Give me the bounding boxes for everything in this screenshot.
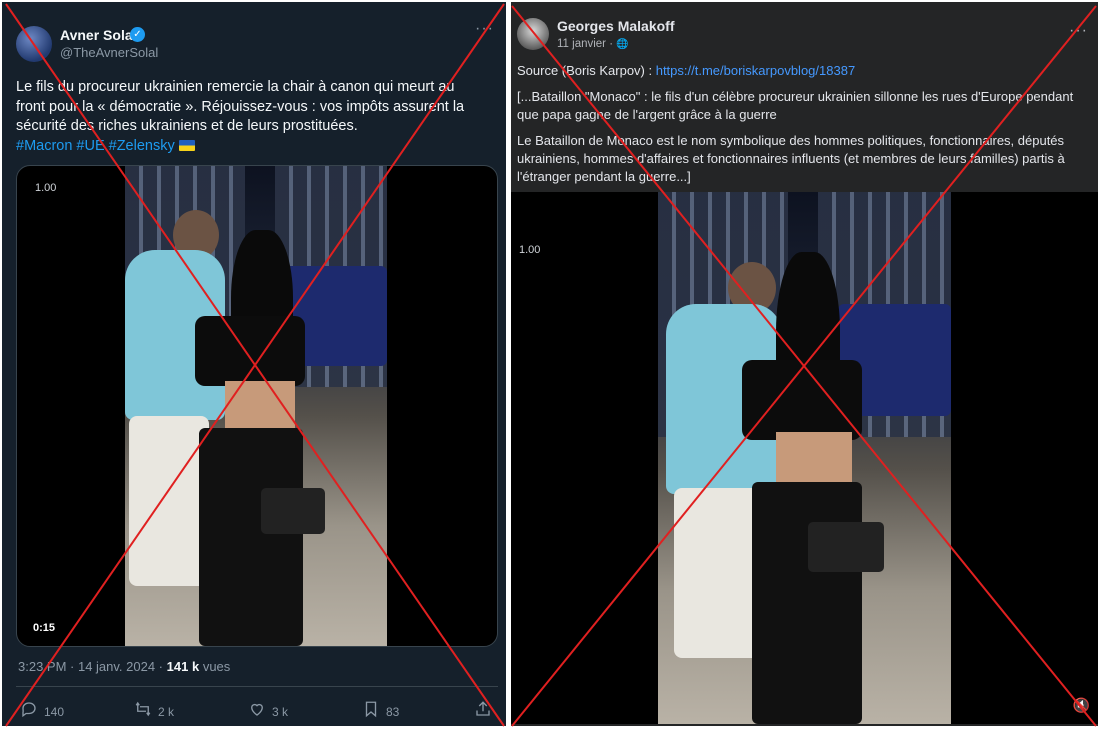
bookmark-count: 83 bbox=[386, 704, 400, 719]
share-button[interactable] bbox=[474, 700, 492, 723]
post-paragraph: Le Bataillon de Monaco est le nom symbol… bbox=[517, 133, 1065, 184]
video-player[interactable]: 1.00 0:15 bbox=[16, 165, 498, 647]
handbag bbox=[261, 488, 325, 534]
post-text: Source (Boris Karpov) : https://t.me/bor… bbox=[517, 62, 1093, 194]
man-trousers bbox=[129, 416, 209, 586]
views-count: 141 k bbox=[166, 659, 200, 674]
x-post-panel: Avner Solal ✓ @TheAvnerSolal ··· Le fils… bbox=[2, 2, 506, 726]
heart-icon bbox=[248, 700, 266, 723]
post-text: Le fils du procureur ukrainien remercie … bbox=[16, 78, 486, 156]
source-prefix: Source (Boris Karpov) : bbox=[517, 63, 656, 78]
reply-count: 140 bbox=[44, 704, 65, 719]
video-duration: 0:15 bbox=[33, 622, 56, 634]
reply-button[interactable]: 140 bbox=[20, 700, 64, 723]
author-name[interactable]: Georges Malakoff bbox=[557, 18, 674, 34]
facebook-post-panel: Georges Malakoff 11 janvier · 🌐 ··· Sour… bbox=[511, 2, 1098, 726]
hashtag-link[interactable]: #Macron bbox=[16, 138, 72, 154]
mute-icon[interactable]: 🔇 bbox=[1073, 697, 1090, 714]
woman-legs bbox=[199, 428, 303, 646]
repost-button[interactable]: 2 k bbox=[134, 700, 174, 723]
more-options-icon[interactable]: ··· bbox=[1069, 22, 1088, 40]
hashtag-link[interactable]: #Zelensky bbox=[109, 138, 175, 154]
author-name[interactable]: Avner Solal bbox=[60, 27, 137, 43]
speed-label: 1.00 bbox=[35, 182, 57, 194]
author-avatar[interactable] bbox=[16, 26, 52, 62]
post-timestamp[interactable]: 3:23 PM · 14 janv. 2024 · bbox=[18, 659, 163, 674]
bookmark-button[interactable]: 83 bbox=[362, 700, 399, 723]
woman-top bbox=[195, 316, 305, 386]
like-button[interactable]: 3 k bbox=[248, 700, 288, 723]
author-avatar[interactable] bbox=[517, 18, 549, 50]
post-date-text: 11 janvier · bbox=[557, 38, 614, 50]
video-player[interactable]: 1.00 🔇 bbox=[511, 192, 1098, 724]
handbag bbox=[808, 522, 884, 572]
views-label: vues bbox=[202, 659, 231, 674]
ukraine-flag-icon bbox=[178, 139, 195, 151]
repost-count: 2 k bbox=[158, 704, 175, 719]
more-options-icon[interactable]: ··· bbox=[475, 20, 494, 38]
hashtag-link[interactable]: #UE bbox=[76, 138, 104, 154]
post-meta: 3:23 PM · 14 janv. 2024 · 141 k vues bbox=[18, 659, 230, 674]
woman-legs bbox=[752, 482, 862, 724]
woman-back bbox=[776, 432, 852, 482]
post-paragraph: [...Bataillon "Monaco" : le fils d'un cé… bbox=[517, 89, 1074, 122]
post-body: Le fils du procureur ukrainien remercie … bbox=[16, 79, 465, 134]
share-icon bbox=[474, 700, 492, 723]
woman-back bbox=[225, 381, 295, 431]
reply-icon bbox=[20, 700, 38, 723]
man-trousers bbox=[674, 488, 760, 658]
author-handle[interactable]: @TheAvnerSolal bbox=[60, 45, 158, 60]
video-frame bbox=[658, 192, 951, 724]
video-frame bbox=[125, 166, 387, 646]
speed-label: 1.00 bbox=[519, 244, 541, 256]
globe-icon: 🌐 bbox=[616, 39, 629, 50]
post-date[interactable]: 11 janvier · 🌐 bbox=[557, 38, 629, 50]
repost-icon bbox=[134, 700, 152, 723]
bookmark-icon bbox=[362, 700, 380, 723]
source-link[interactable]: https://t.me/boriskarpovblog/18387 bbox=[656, 63, 855, 78]
verified-badge-icon: ✓ bbox=[130, 27, 145, 42]
like-count: 3 k bbox=[272, 704, 289, 719]
source-line: Source (Boris Karpov) : https://t.me/bor… bbox=[517, 62, 1093, 80]
woman-top bbox=[742, 360, 862, 440]
divider bbox=[16, 686, 498, 687]
